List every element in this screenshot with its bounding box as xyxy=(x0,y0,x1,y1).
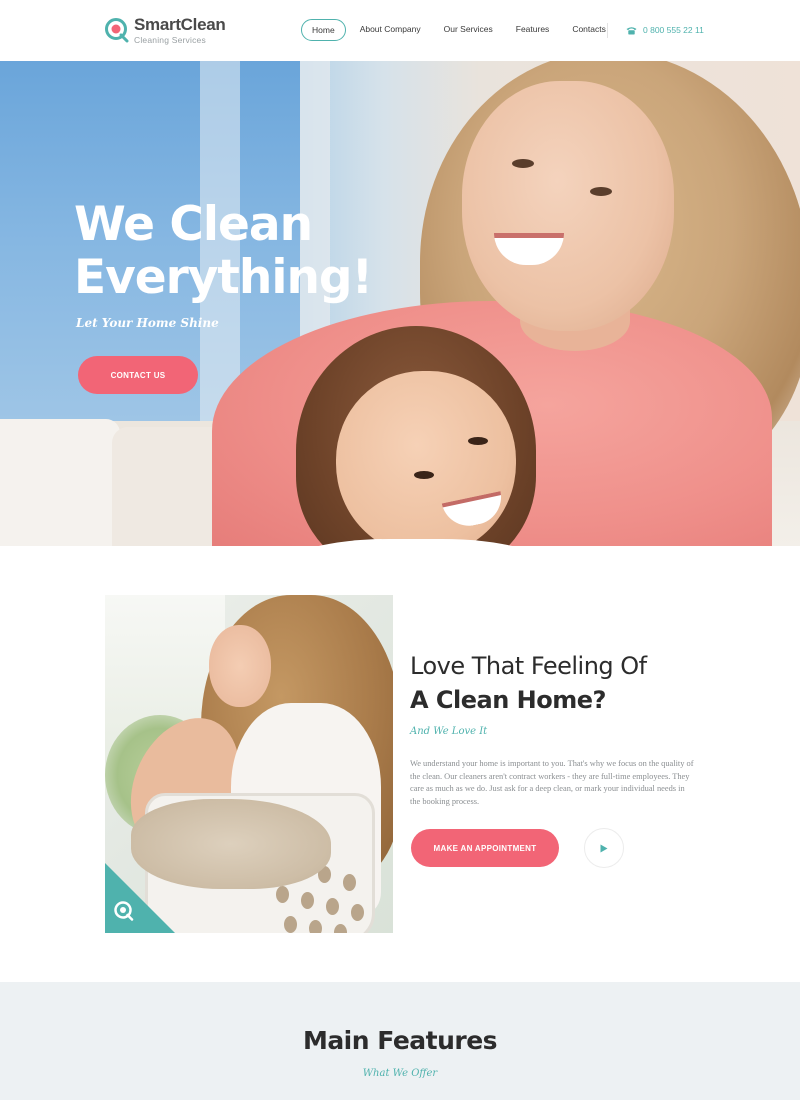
hero-subtitle: Let Your Home Shine xyxy=(76,316,219,330)
about-title-line2: A Clean Home? xyxy=(410,686,606,714)
nav-item-about-company[interactable]: About Company xyxy=(360,19,421,41)
nav-item-our-services[interactable]: Our Services xyxy=(444,19,493,41)
phone-link[interactable]: 0 800 555 22 11 xyxy=(626,23,704,37)
features-title: Main Features xyxy=(302,1026,498,1055)
play-video-button[interactable] xyxy=(584,828,624,868)
features-section: Main Features What We Offer xyxy=(0,982,800,1100)
make-appointment-button[interactable]: MAKE AN APPOINTMENT xyxy=(411,829,559,867)
features-subtitle: What We Offer xyxy=(362,1068,438,1079)
about-subtitle: And We Love It xyxy=(410,726,488,737)
hero-title: We Clean Everything! xyxy=(74,197,373,305)
nav-divider xyxy=(607,23,608,38)
nav-item-contacts[interactable]: Contacts xyxy=(572,19,606,41)
logo[interactable]: SmartClean Cleaning Services xyxy=(104,14,244,46)
contact-us-button[interactable]: CONTACT US xyxy=(78,356,198,394)
phone-number: 0 800 555 22 11 xyxy=(643,25,704,35)
logo-badge-icon xyxy=(113,900,135,922)
main-nav: Home About Company Our Services Features… xyxy=(301,19,606,41)
about-body-text: We understand your home is important to … xyxy=(410,759,694,806)
about-photo xyxy=(105,595,393,933)
about-title-line1: Love That Feeling Of xyxy=(410,652,647,680)
phone-icon xyxy=(626,26,637,35)
photo-corner-badge xyxy=(105,863,175,933)
logo-icon xyxy=(104,17,130,43)
brand-tagline: Cleaning Services xyxy=(134,34,206,45)
play-icon xyxy=(600,841,608,856)
site-header: SmartClean Cleaning Services Home About … xyxy=(0,0,800,61)
nav-item-features[interactable]: Features xyxy=(516,19,550,41)
nav-item-home[interactable]: Home xyxy=(301,19,346,41)
brand-name: SmartClean xyxy=(134,14,226,34)
